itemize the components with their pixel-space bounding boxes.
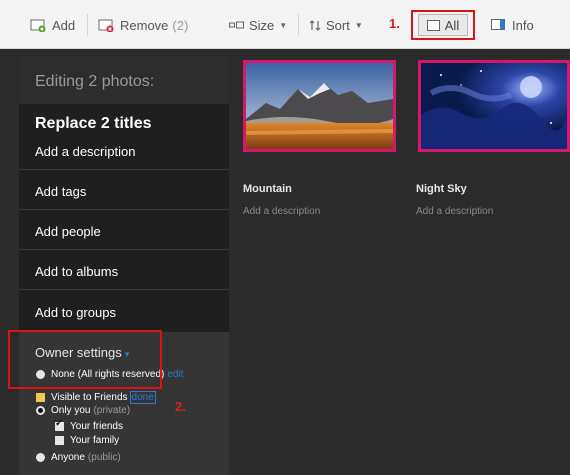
checkbox-checked-icon: [55, 418, 64, 431]
photo-title-mountain[interactable]: Mountain: [243, 183, 292, 195]
size-icon: [229, 20, 244, 30]
annotation-2: 2.: [175, 399, 186, 414]
only-you-radio[interactable]: Only you (private): [36, 405, 130, 416]
add-to-albums-button[interactable]: Add to albums: [19, 264, 229, 279]
add-button[interactable]: Add: [30, 16, 75, 34]
anyone-radio[interactable]: Anyone (public): [36, 452, 121, 463]
add-photo-icon: [30, 18, 46, 32]
visibility-toggle[interactable]: Visible to Friends done: [36, 391, 156, 404]
remove-button[interactable]: Remove (2): [98, 16, 188, 34]
your-family-label: Your family: [70, 435, 120, 446]
highlight-box: [8, 330, 162, 389]
chevron-down-icon: ▼: [279, 20, 288, 30]
sort-label: Sort: [326, 17, 350, 33]
photo-thumbnail-night-sky[interactable]: [418, 60, 570, 152]
only-you-label: Only you: [51, 405, 91, 416]
all-view-icon: [426, 19, 440, 31]
toolbar-divider: [298, 14, 299, 36]
annotation-1: 1.: [389, 16, 400, 31]
add-tags-button[interactable]: Add tags: [19, 184, 229, 199]
sort-dropdown[interactable]: Sort ▼: [309, 16, 363, 34]
sort-icon: [309, 19, 321, 31]
photo-title-night-sky[interactable]: Night Sky: [416, 183, 467, 195]
radio-selected-icon: [36, 406, 45, 415]
all-label: All: [444, 17, 460, 33]
replace-titles-button[interactable]: Replace 2 titles: [35, 115, 229, 133]
remove-count: (2): [172, 17, 189, 33]
panel-divider: [19, 209, 229, 210]
info-panel-icon: [491, 19, 506, 31]
mountain-image: [246, 63, 393, 149]
remove-label: Remove: [120, 17, 169, 33]
panel-divider: [19, 249, 229, 250]
panel-divider: [19, 289, 229, 290]
info-button[interactable]: Info: [491, 16, 534, 34]
edit-link[interactable]: edit: [167, 369, 183, 380]
remove-photo-icon: [98, 18, 114, 32]
all-button[interactable]: All: [418, 14, 468, 36]
chevron-down-icon: ▼: [354, 20, 363, 30]
add-people-button[interactable]: Add people: [19, 224, 229, 239]
panel-heading: Editing 2 photos:: [19, 57, 229, 104]
size-label: Size: [249, 17, 275, 33]
night-sky-image: [421, 63, 567, 149]
toolbar: Add Remove (2) Size ▼ Sort ▼ 1. All Info: [0, 0, 570, 49]
add-description-button[interactable]: Add a description: [35, 144, 229, 159]
add-label: Add: [52, 17, 76, 33]
visibility-icon: [36, 393, 45, 402]
photo-description-mountain[interactable]: Add a description: [243, 206, 320, 217]
anyone-label: Anyone: [51, 452, 85, 463]
radio-icon: [36, 453, 45, 462]
add-to-groups-button[interactable]: Add to groups: [19, 305, 229, 320]
edit-panel: Editing 2 photos: Replace 2 titles Add a…: [19, 57, 229, 475]
your-friends-label: Your friends: [70, 421, 123, 432]
visible-to-friends-label: Visible to Friends: [51, 392, 128, 403]
replace-titles-section: Replace 2 titles Add a description: [19, 115, 229, 159]
size-dropdown[interactable]: Size ▼: [229, 16, 287, 34]
checkbox-icon: [55, 436, 64, 445]
your-friends-checkbox[interactable]: Your friends: [55, 418, 123, 432]
anyone-note: (public): [87, 452, 121, 463]
toolbar-divider: [87, 14, 88, 36]
photo-thumbnail-mountain[interactable]: [243, 60, 396, 152]
photo-description-night-sky[interactable]: Add a description: [416, 206, 493, 217]
done-link[interactable]: done: [129, 391, 156, 404]
info-label: Info: [512, 17, 534, 33]
only-you-note: (private): [93, 405, 131, 416]
panel-divider: [19, 169, 229, 170]
your-family-checkbox[interactable]: Your family: [55, 435, 119, 446]
